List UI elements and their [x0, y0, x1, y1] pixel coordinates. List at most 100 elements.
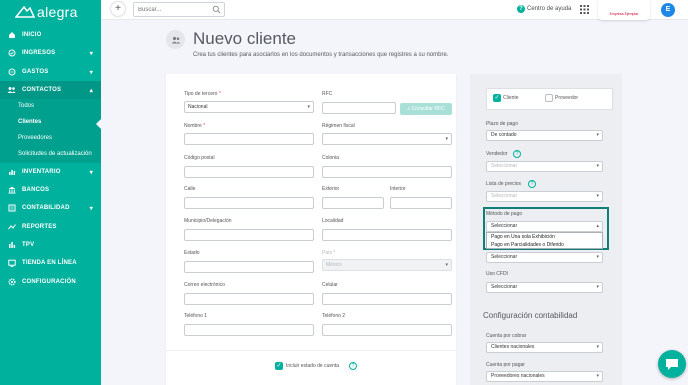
nav-contactos[interactable]: CONTACTOS ▴	[0, 81, 101, 99]
help-icon[interactable]: ?	[349, 362, 357, 370]
inventory-icon	[7, 168, 16, 177]
nav-gastos[interactable]: GASTOS ▾	[0, 63, 101, 81]
help-center-link[interactable]: ? Centro de ayuda	[517, 5, 571, 13]
uso-cfdi-label: Uso CFDI	[486, 271, 508, 277]
codigo-postal-input[interactable]	[184, 166, 314, 178]
forma-pago-select[interactable]: Seleccionar ▾	[486, 252, 603, 263]
telefono2-input[interactable]	[322, 324, 452, 336]
localidad-input[interactable]	[322, 229, 452, 241]
vendedor-select[interactable]: Seleccionar ▾	[486, 161, 603, 172]
proveedor-checkbox[interactable]	[545, 94, 553, 102]
cuenta-pagar-select[interactable]: Proveedores nacionales ▾	[486, 371, 603, 382]
cuenta-pagar-label: Cuenta por pagar	[486, 362, 525, 368]
chevron-up-icon: ▴	[596, 223, 599, 229]
colonia-label: Colonia	[322, 155, 339, 161]
alegra-logo[interactable]: alegra	[15, 4, 78, 20]
nav-configuracion[interactable]: CONFIGURACIÓN	[0, 273, 101, 291]
chevron-down-icon: ▾	[89, 50, 93, 57]
lista-precios-value: Seleccionar	[491, 193, 518, 199]
chevron-down-icon: ▾	[596, 132, 599, 138]
submenu-proveedores[interactable]: Proveedores	[18, 135, 52, 141]
nav-ingresos[interactable]: INGRESOS ▾	[0, 44, 101, 62]
nav-label: REPORTES	[22, 224, 57, 230]
incluir-estado-checkbox[interactable]: ✓	[275, 362, 283, 370]
nav-contabilidad[interactable]: CONTABILIDAD ▾	[0, 199, 101, 217]
search-box	[133, 2, 225, 17]
chevron-down-icon: ▾	[89, 169, 93, 176]
celular-input[interactable]	[322, 293, 452, 305]
submenu-todos[interactable]: Todos	[18, 103, 34, 109]
submenu-clientes[interactable]: Clientes	[18, 119, 41, 125]
interior-input[interactable]	[390, 197, 452, 209]
help-icon: ?	[517, 5, 525, 13]
colonia-input[interactable]	[322, 166, 452, 178]
help-icon[interactable]: ?	[528, 180, 536, 188]
nav-inicio[interactable]: INICIO	[0, 26, 101, 44]
nav-reportes[interactable]: REPORTES	[0, 218, 101, 236]
chat-support-button[interactable]	[658, 350, 686, 378]
tipo-tercero-select[interactable]: Nacional ▾	[184, 101, 314, 113]
nav-label: INGRESOS	[22, 50, 56, 56]
nav-label: BANCOS	[22, 187, 50, 193]
nombre-input[interactable]	[184, 133, 314, 145]
plazo-select[interactable]: De contado ▾	[486, 130, 603, 141]
form-divider	[166, 350, 456, 351]
consultar-rfc-button[interactable]: ⌕ Consultar RFC	[400, 103, 452, 115]
submenu-solicitudes[interactable]: Solicitudes de actualización	[18, 151, 92, 157]
cuenta-cobrar-select[interactable]: Clientes nacionales ▾	[486, 342, 603, 353]
metodo-pago-select[interactable]: Seleccionar ▴	[486, 221, 603, 232]
regimen-select[interactable]: ▾	[322, 133, 452, 145]
income-icon	[7, 49, 16, 58]
user-avatar[interactable]: E	[661, 3, 675, 17]
metodo-pago-dropdown: Pago en Una sola Exhibición Pago en Parc…	[486, 232, 603, 249]
nav-label: TPV	[22, 242, 35, 248]
accounting-icon	[7, 204, 16, 213]
metodo-option[interactable]: Pago en Parcialidades o Diferido	[487, 241, 602, 249]
chevron-down-icon: ▾	[89, 205, 93, 212]
company-logo[interactable]: Empresa Ejemplar	[598, 0, 650, 20]
telefono1-input[interactable]	[184, 324, 314, 336]
chevron-down-icon: ▾	[596, 163, 599, 169]
rfc-input[interactable]	[322, 102, 396, 114]
vendedor-value: Seleccionar	[491, 163, 518, 169]
lista-precios-select[interactable]: Seleccionar ▾	[486, 191, 603, 202]
proveedor-label: Proveedor	[555, 95, 579, 101]
cliente-checkbox[interactable]: ✓	[493, 94, 501, 102]
correo-input[interactable]	[184, 293, 314, 305]
nav-tienda[interactable]: TIENDA EN LÍNEA	[0, 254, 101, 272]
nav-label: GASTOS	[22, 69, 49, 75]
tipo-tercero-value: Nacional	[188, 104, 208, 110]
help-icon[interactable]: ?	[513, 150, 521, 158]
search-input[interactable]	[134, 3, 204, 16]
incluir-estado-label: Incluir estado de cuenta	[286, 363, 340, 369]
estado-input[interactable]	[184, 261, 314, 273]
chat-icon	[666, 358, 678, 370]
vendedor-label: Vendedor	[486, 151, 508, 157]
chevron-down-icon: ▾	[596, 284, 599, 290]
search-icon[interactable]	[212, 5, 221, 14]
uso-cfdi-select[interactable]: Seleccionar ▾	[486, 282, 603, 293]
nav-inventario[interactable]: INVENTARIO ▾	[0, 163, 101, 181]
contacts-icon	[7, 86, 16, 95]
pos-icon	[7, 241, 16, 250]
chevron-down-icon: ▾	[307, 104, 310, 110]
chevron-down-icon: ▾	[596, 193, 599, 199]
metodo-option[interactable]: Pago en Una sola Exhibición	[487, 233, 602, 241]
telefono1-label: Teléfono 1	[184, 313, 208, 319]
nav-tpv[interactable]: TPV	[0, 236, 101, 254]
calle-input[interactable]	[184, 197, 314, 209]
estado-label: Estado	[184, 250, 200, 256]
exterior-label: Exterior	[322, 186, 340, 192]
apps-grid-icon[interactable]	[580, 5, 589, 14]
quick-add-button[interactable]: +	[111, 2, 125, 16]
nav-bancos[interactable]: BANCOS	[0, 181, 101, 199]
nav-label: TIENDA EN LÍNEA	[22, 260, 77, 266]
exterior-input[interactable]	[322, 197, 384, 209]
municipio-input[interactable]	[184, 229, 314, 241]
nav-label: CONTABILIDAD	[22, 205, 70, 211]
municipio-label: Municipio/Delegación	[184, 218, 232, 224]
forma-pago-value: Seleccionar	[491, 254, 518, 260]
reports-icon	[7, 223, 16, 232]
config-contabilidad-title: Configuración contabilidad	[483, 311, 578, 320]
telefono2-label: Teléfono 2	[322, 313, 346, 319]
